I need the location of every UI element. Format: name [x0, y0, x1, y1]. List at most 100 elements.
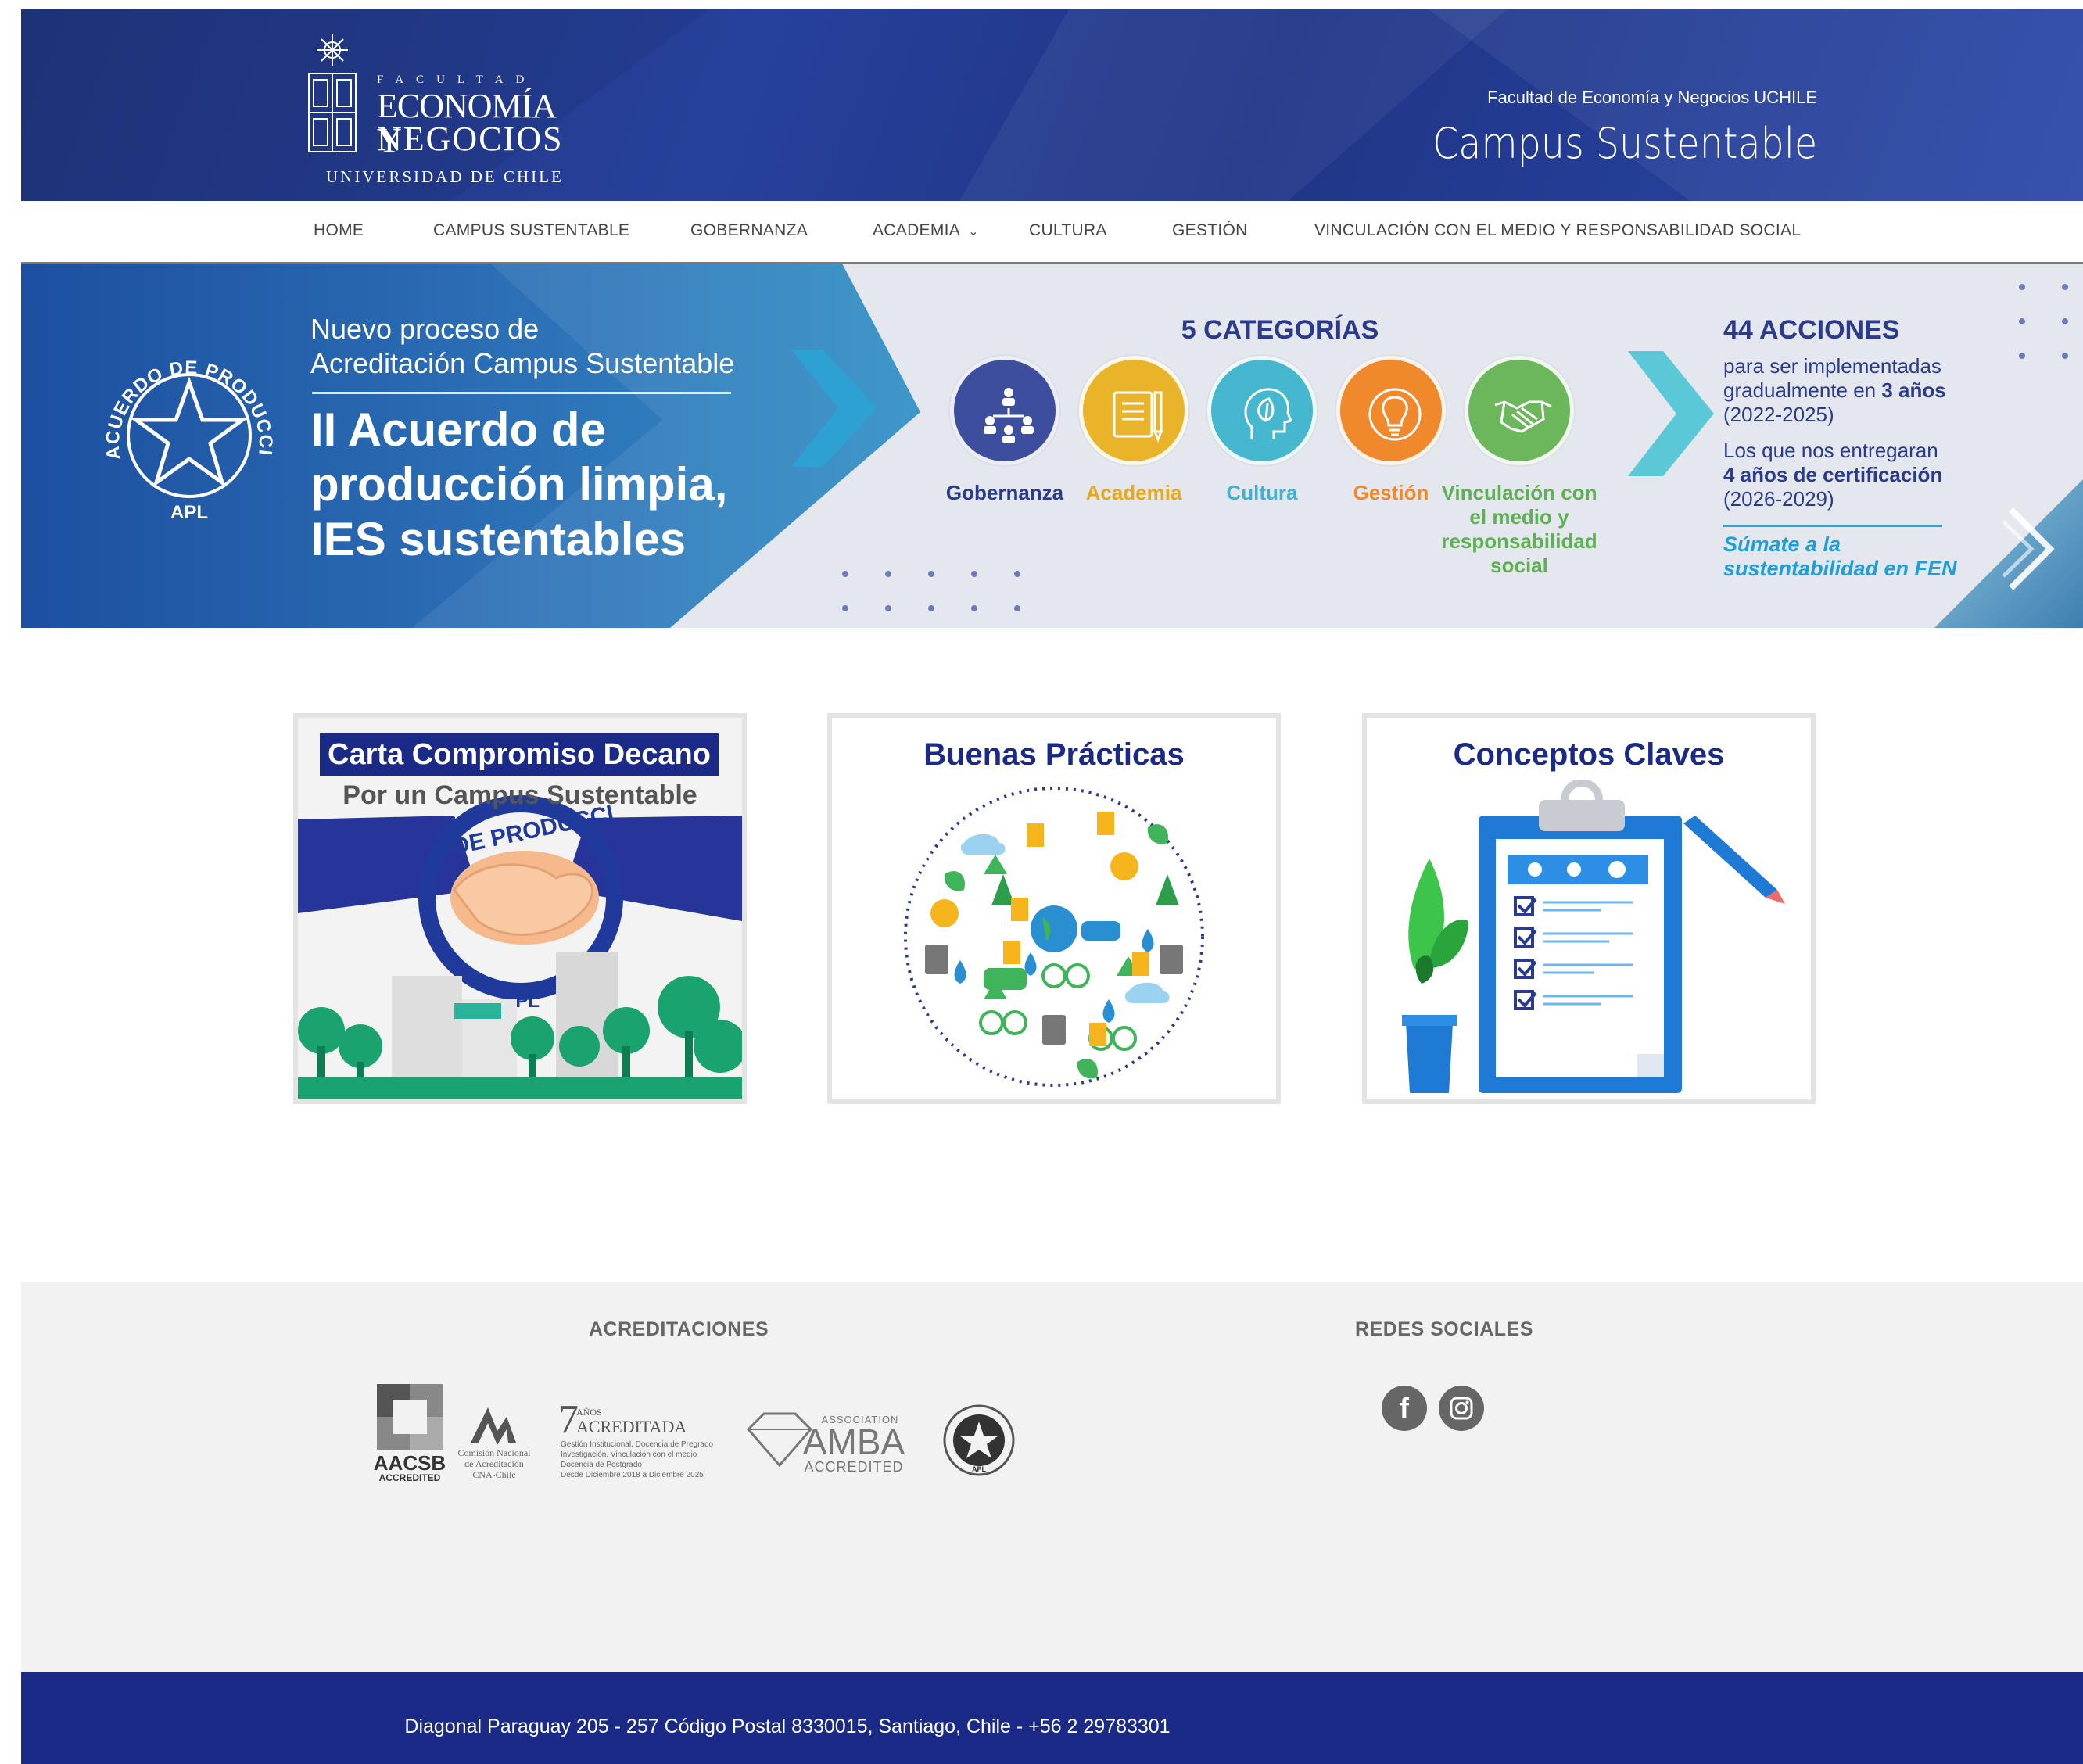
cna-logo[interactable]: Comisión Nacional de Acreditación CNA-Ch…: [458, 1397, 714, 1480]
footer: ACREDITACIONES REDES SOCIALES AACSB ACCR…: [21, 1282, 2083, 1672]
category-gestion: [1336, 356, 1446, 465]
logo-facultad: FACULTAD: [377, 74, 537, 86]
book-icon: [1113, 391, 1163, 443]
logo-university: UNIVERSIDAD DE CHILE: [326, 167, 564, 186]
nav-item-gobernanza[interactable]: GOBERNANZA: [690, 221, 808, 240]
cna-acreditada: ACREDITADA: [576, 1417, 687, 1436]
banner-intro-2: Acreditación Campus Sustentable: [310, 347, 735, 379]
card-conceptos-claves[interactable]: Conceptos Claves: [1362, 713, 1816, 1104]
site-title[interactable]: Campus Sustentable: [1432, 119, 1817, 168]
nav-item-label: ACADEMIA: [873, 221, 961, 239]
faculty-logo[interactable]: FACULTAD ECONOMÍA Y NEGOCIOS UNIVERSIDAD…: [303, 33, 584, 189]
card-subtitle: Por un Campus Sustentable: [342, 780, 697, 810]
nav-item-academia[interactable]: ACADEMIA ⌄: [873, 221, 979, 240]
seal-abbr: APL: [170, 502, 208, 523]
actions-text-4: Los que nos entregaran: [1723, 439, 1938, 462]
nav-item-campus-sustentable[interactable]: CAMPUS SUSTENTABLE: [433, 221, 629, 240]
chevron-right-icon: [791, 350, 877, 467]
actions-text-6: (2026-2029): [1723, 487, 1834, 511]
card-buenas-practicas[interactable]: Buenas Prácticas: [827, 713, 1281, 1104]
aacsb-logo[interactable]: AACSB ACCREDITED: [374, 1384, 446, 1483]
university-crest-icon: [308, 34, 357, 152]
amba-text: AMBA: [803, 1422, 905, 1462]
aacsb-text: AACSB: [374, 1451, 446, 1475]
cna-line2: de Acreditación: [464, 1458, 524, 1469]
handshake-icon: [1494, 400, 1552, 433]
nav-item-label: HOME: [314, 221, 364, 239]
site-header: FACULTAD ECONOMÍA Y NEGOCIOS UNIVERSIDAD…: [21, 9, 2083, 201]
eco-icons-illustration: [904, 787, 1204, 1087]
actions-heading: 44 ACCIONES: [1723, 315, 1900, 345]
nav-item-label: CULTURA: [1029, 221, 1107, 239]
nav-item-vinculacion[interactable]: VINCULACIÓN CON EL MEDIO Y RESPONSABILID…: [1314, 221, 1801, 240]
cna-detail: Investigación, Vinculación con el medio: [561, 1450, 697, 1459]
nav-item-home[interactable]: HOME: [314, 221, 364, 240]
footer-bar: Diagonal Paraguay 205 - 257 Código Posta…: [21, 1672, 2083, 1764]
apl-text: APL: [972, 1465, 987, 1473]
aacsb-sub: ACCREDITED: [379, 1472, 441, 1483]
instagram-button[interactable]: [1439, 1386, 1484, 1431]
actions-text-1: para ser implementadas: [1723, 354, 1941, 378]
apl-logo[interactable]: APL: [943, 1404, 1015, 1476]
category-cultura: [1207, 356, 1317, 465]
actions-text-part: gradualmente en: [1723, 378, 1877, 402]
nav-item-label: CAMPUS SUSTENTABLE: [433, 221, 630, 239]
cna-line1: Comisión Nacional: [458, 1447, 532, 1458]
clipboard-illustration: [1402, 780, 1785, 1093]
divider: [312, 392, 731, 394]
hero-banner[interactable]: ACUERDO DE PRODUCCIÓN LIMPIA APL Nuevo p…: [21, 264, 2083, 628]
lightbulb-icon: [1368, 388, 1422, 441]
page: FACULTAD ECONOMÍA Y NEGOCIOS UNIVERSIDAD…: [0, 0, 2083, 1764]
categories-heading: 5 CATEGORÍAS: [1181, 315, 1379, 345]
cta-line: sustentabilidad en FEN: [1723, 557, 1957, 580]
facebook-button[interactable]: f: [1382, 1386, 1427, 1431]
card-carta-compromiso[interactable]: DE PRODUCCI APL Carta Compromiso Decano …: [293, 713, 747, 1104]
main-nav: HOME CAMPUS SUSTENTABLE GOBERNANZA ACADE…: [21, 201, 2083, 264]
nav-item-gestion[interactable]: GESTIÓN: [1172, 221, 1248, 240]
chevron-down-icon: ⌄: [968, 225, 979, 238]
headline-line: producción limpia,: [310, 458, 728, 511]
people-network-icon: [984, 388, 1034, 443]
slider-next-arrow-icon[interactable]: [2003, 506, 2058, 592]
amba-logo[interactable]: ASSOCIATION AMBA ACCREDITED: [746, 1412, 905, 1475]
accreditation-logos: AACSB ACCREDITED Comisión Nacional de Ac…: [374, 1384, 1015, 1483]
head-leaf-icon: [1244, 388, 1293, 439]
actions-text-3: (2022-2025): [1723, 403, 1834, 426]
category-gobernanza: [950, 356, 1059, 465]
actions-text-5: 4 años de certificación: [1723, 463, 1943, 486]
facebook-icon: f: [1400, 1392, 1409, 1424]
logo-negocios: NEGOCIOS: [377, 120, 564, 158]
card-title: Buenas Prácticas: [923, 737, 1185, 772]
cna-detail: Gestión Institucional, Docencia de Pregr…: [561, 1440, 714, 1449]
nav-item-label: GOBERNANZA: [690, 221, 808, 239]
instagram-icon: [1450, 1396, 1473, 1420]
actions-text-bold: 3 años: [1881, 378, 1946, 402]
banner-intro-1: Nuevo proceso de: [310, 313, 540, 345]
headline-line: IES sustentables: [310, 513, 687, 565]
social-heading: REDES SOCIALES: [1355, 1318, 1533, 1340]
cta-link[interactable]: Súmate a la sustentabilidad en FEN: [1723, 532, 1957, 581]
headline-line: II Acuerdo de: [310, 403, 606, 456]
amba-sub: ACCREDITED: [804, 1459, 903, 1475]
card-title: Conceptos Claves: [1453, 737, 1725, 772]
accreditations-heading: ACREDITACIONES: [589, 1318, 769, 1340]
cna-years-label: AÑOS: [576, 1407, 602, 1418]
card-title: Carta Compromiso Decano: [320, 733, 719, 776]
banner-headline: II Acuerdo de producción limpia, IES sus…: [310, 403, 727, 567]
actions-text-2: gradualmente en 3 años: [1723, 378, 1946, 403]
header-subtitle: Facultad de Economía y Negocios UCHILE: [1487, 88, 1817, 107]
divider: [1723, 525, 1942, 527]
apl-seal-icon: ACUERDO DE PRODUCCIÓN LIMPIA APL: [95, 342, 275, 523]
category-academia: [1079, 356, 1188, 465]
cna-detail: Desde Diciembre 2018 a Diciembre 2025: [561, 1471, 704, 1479]
category-vinculacion: [1465, 356, 1574, 465]
category-label: Vinculación con el medio y responsabilid…: [1441, 481, 1597, 577]
chevron-right-icon: [1628, 351, 1714, 476]
cna-line3: CNA-Chile: [472, 1469, 515, 1480]
cta-line: Súmate a la: [1723, 532, 1841, 556]
nav-item-label: GESTIÓN: [1172, 221, 1248, 239]
address-text: Diagonal Paraguay 205 - 257 Código Posta…: [404, 1716, 1171, 1737]
nav-item-cultura[interactable]: CULTURA: [1029, 221, 1107, 240]
nav-item-label: VINCULACIÓN CON EL MEDIO Y RESPONSABILID…: [1314, 221, 1802, 239]
cna-detail: Docencia de Postgrado: [561, 1461, 642, 1469]
